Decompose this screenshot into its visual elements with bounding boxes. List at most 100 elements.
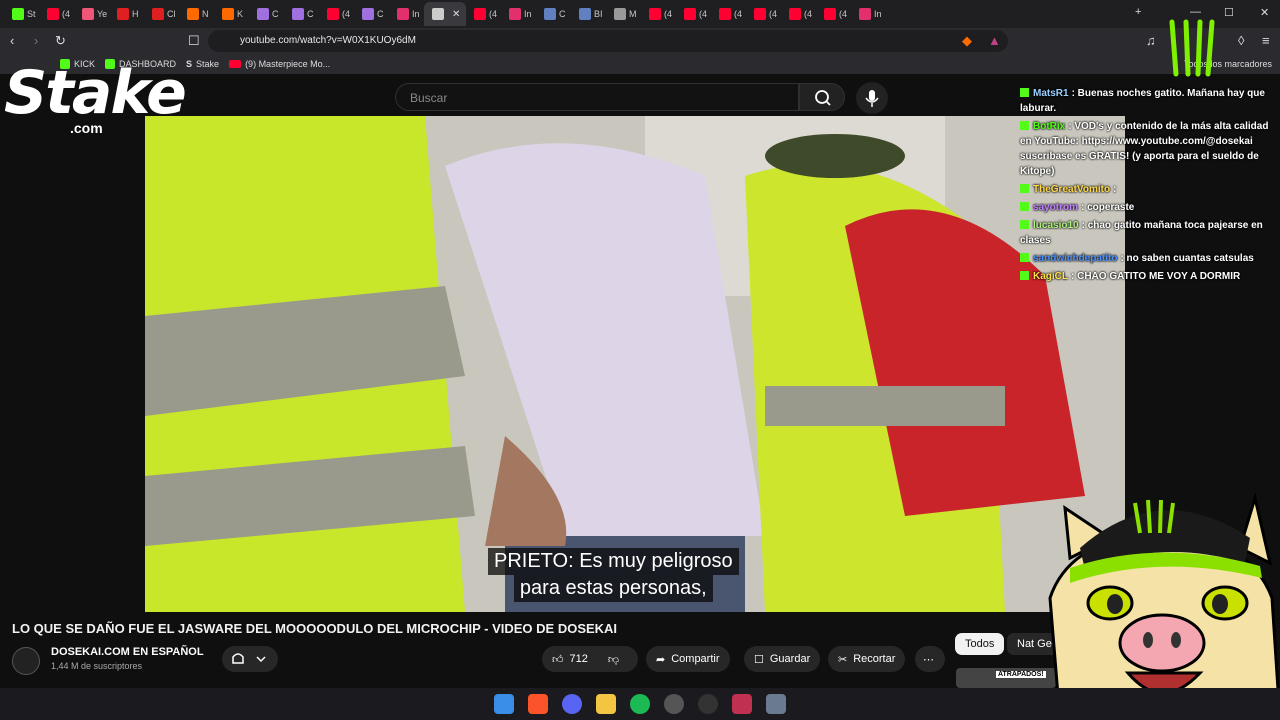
kick-chat-overlay: MatsR1: Buenas noches gatito. Mañana hay… (1020, 86, 1270, 287)
app-icon[interactable] (732, 694, 752, 714)
address-bar-row: ‹ › ↻ ☐ youtube.com/watch?v=W0X1KUOy6dM … (0, 28, 1280, 54)
tab-label: Cl (167, 9, 176, 19)
voice-search-button[interactable] (856, 82, 888, 114)
tab-favicon-icon (117, 8, 129, 20)
chat-username[interactable]: TheGreatVomito (1033, 184, 1110, 195)
shield-icon[interactable]: ◊ (1238, 33, 1244, 48)
share-button[interactable]: ➦ Compartir (646, 646, 730, 672)
clip-button[interactable]: ✂ Recortar (828, 646, 906, 672)
browser-tab[interactable]: (4 (641, 2, 676, 26)
chat-username[interactable]: KagiCL (1033, 271, 1068, 282)
chat-text: : (1113, 184, 1117, 195)
menu-icon[interactable]: ≡ (1262, 33, 1270, 48)
tab-label: C (307, 9, 314, 19)
browser-tab[interactable]: (4 (319, 2, 354, 26)
save-button[interactable]: ☐ Guardar (744, 646, 821, 672)
url-field[interactable]: youtube.com/watch?v=W0X1KUOy6dM (208, 30, 1008, 52)
like-button[interactable]: 👍︎ 712 👎︎ (542, 646, 638, 672)
bookmark-youtube[interactable]: (9) Masterpiece Mo... (229, 59, 330, 69)
browser-tab[interactable]: C (536, 2, 571, 26)
like-count: 712 (569, 653, 588, 665)
browser-tab[interactable]: H (109, 2, 144, 26)
chat-username[interactable]: MatsR1 (1033, 88, 1069, 99)
kick-badge-icon (1020, 88, 1029, 97)
browser-tab[interactable]: K (214, 2, 249, 26)
spotify-icon[interactable] (630, 694, 650, 714)
tab-favicon-icon (362, 8, 374, 20)
browser-tab[interactable]: In (389, 2, 424, 26)
music-icon[interactable]: ♫ (1146, 33, 1156, 48)
thumbs-down-icon[interactable]: 👎︎ (608, 653, 619, 666)
chat-username[interactable]: sandwichdepatito (1033, 253, 1117, 264)
calculator-icon[interactable] (766, 694, 786, 714)
browser-tab[interactable]: St (4, 2, 39, 26)
search-button[interactable] (799, 83, 845, 111)
tab-favicon-icon (152, 8, 164, 20)
browser-tab[interactable]: In (851, 2, 886, 26)
tab-favicon-icon (397, 8, 409, 20)
tab-label: (4 (664, 9, 673, 19)
browser-tab[interactable]: (4 (466, 2, 501, 26)
more-actions-button[interactable]: ⋯ (915, 646, 945, 672)
browser-tab[interactable]: In (501, 2, 536, 26)
tab-favicon-icon (754, 8, 766, 20)
browser-tab[interactable]: (4 (816, 2, 851, 26)
chat-username[interactable]: sayotrom (1033, 202, 1078, 213)
tab-label: (4 (62, 9, 71, 19)
browser-tab[interactable]: BI (571, 2, 606, 26)
forward-arrow-icon[interactable]: › (34, 33, 38, 48)
browser-tab[interactable]: (4 (746, 2, 781, 26)
chat-username[interactable]: lucasio10 (1033, 220, 1079, 231)
search-input[interactable]: Buscar (395, 83, 799, 111)
streamer-cat-avatar (1048, 492, 1280, 720)
tab-favicon-icon (544, 8, 556, 20)
bookmark-icon[interactable]: ☐ (188, 33, 200, 49)
obs-icon[interactable] (698, 694, 718, 714)
video-player[interactable] (145, 116, 1125, 612)
youtube-icon (229, 60, 242, 68)
browser-tab[interactable]: C (249, 2, 284, 26)
browser-tab[interactable]: (4 (781, 2, 816, 26)
file-explorer-icon[interactable] (596, 694, 616, 714)
browser-tab[interactable]: M (606, 2, 641, 26)
maximize-icon[interactable]: ☐ (1224, 6, 1234, 19)
chat-username[interactable]: BotRix (1033, 121, 1065, 132)
tab-label: (4 (699, 9, 708, 19)
browser-tab[interactable]: C (354, 2, 389, 26)
tab-favicon-icon (824, 8, 836, 20)
tab-close-icon[interactable]: ✕ (452, 9, 460, 20)
tab-label: In (874, 9, 882, 19)
steam-icon[interactable] (664, 694, 684, 714)
tab-label: C (272, 9, 279, 19)
channel-name[interactable]: DOSEKAI.COM EN ESPAÑOL (51, 646, 204, 658)
close-window-icon[interactable]: ✕ (1260, 6, 1269, 19)
chip-all[interactable]: Todos (955, 633, 1005, 655)
browser-tab[interactable]: N (179, 2, 214, 26)
brave-rewards-icon[interactable]: ▲ (988, 33, 1001, 48)
browser-tab[interactable]: (4 (39, 2, 74, 26)
bookmark-stake[interactable]: S Stake (186, 59, 219, 69)
brave-browser-icon[interactable] (528, 694, 548, 714)
tab-favicon-icon (292, 8, 304, 20)
chat-text: : coperaste (1081, 202, 1135, 213)
discord-icon[interactable] (562, 694, 582, 714)
minimize-icon[interactable]: — (1190, 6, 1201, 18)
chat-message: MatsR1: Buenas noches gatito. Mañana hay… (1020, 86, 1270, 116)
tab-label: (4 (769, 9, 778, 19)
browser-tab[interactable]: (4 (711, 2, 746, 26)
channel-avatar[interactable] (12, 647, 40, 675)
browser-tab[interactable]: (4 (676, 2, 711, 26)
back-arrow-icon[interactable]: ‹ (10, 33, 14, 48)
notification-bell-button[interactable] (222, 646, 278, 672)
browser-tab[interactable]: ✕ (424, 2, 466, 26)
new-tab-plus-icon[interactable]: + (1135, 6, 1141, 18)
browser-tab[interactable]: Ye (74, 2, 109, 26)
reload-icon[interactable]: ↻ (55, 33, 66, 49)
tab-label: St (27, 9, 36, 19)
windows-start-icon[interactable] (494, 694, 514, 714)
tab-favicon-icon (47, 8, 59, 20)
browser-tab[interactable]: Cl (144, 2, 179, 26)
browser-tab[interactable]: C (284, 2, 319, 26)
kick-badge-icon (1020, 121, 1029, 130)
brave-shield-icon[interactable]: ◆ (962, 33, 972, 49)
